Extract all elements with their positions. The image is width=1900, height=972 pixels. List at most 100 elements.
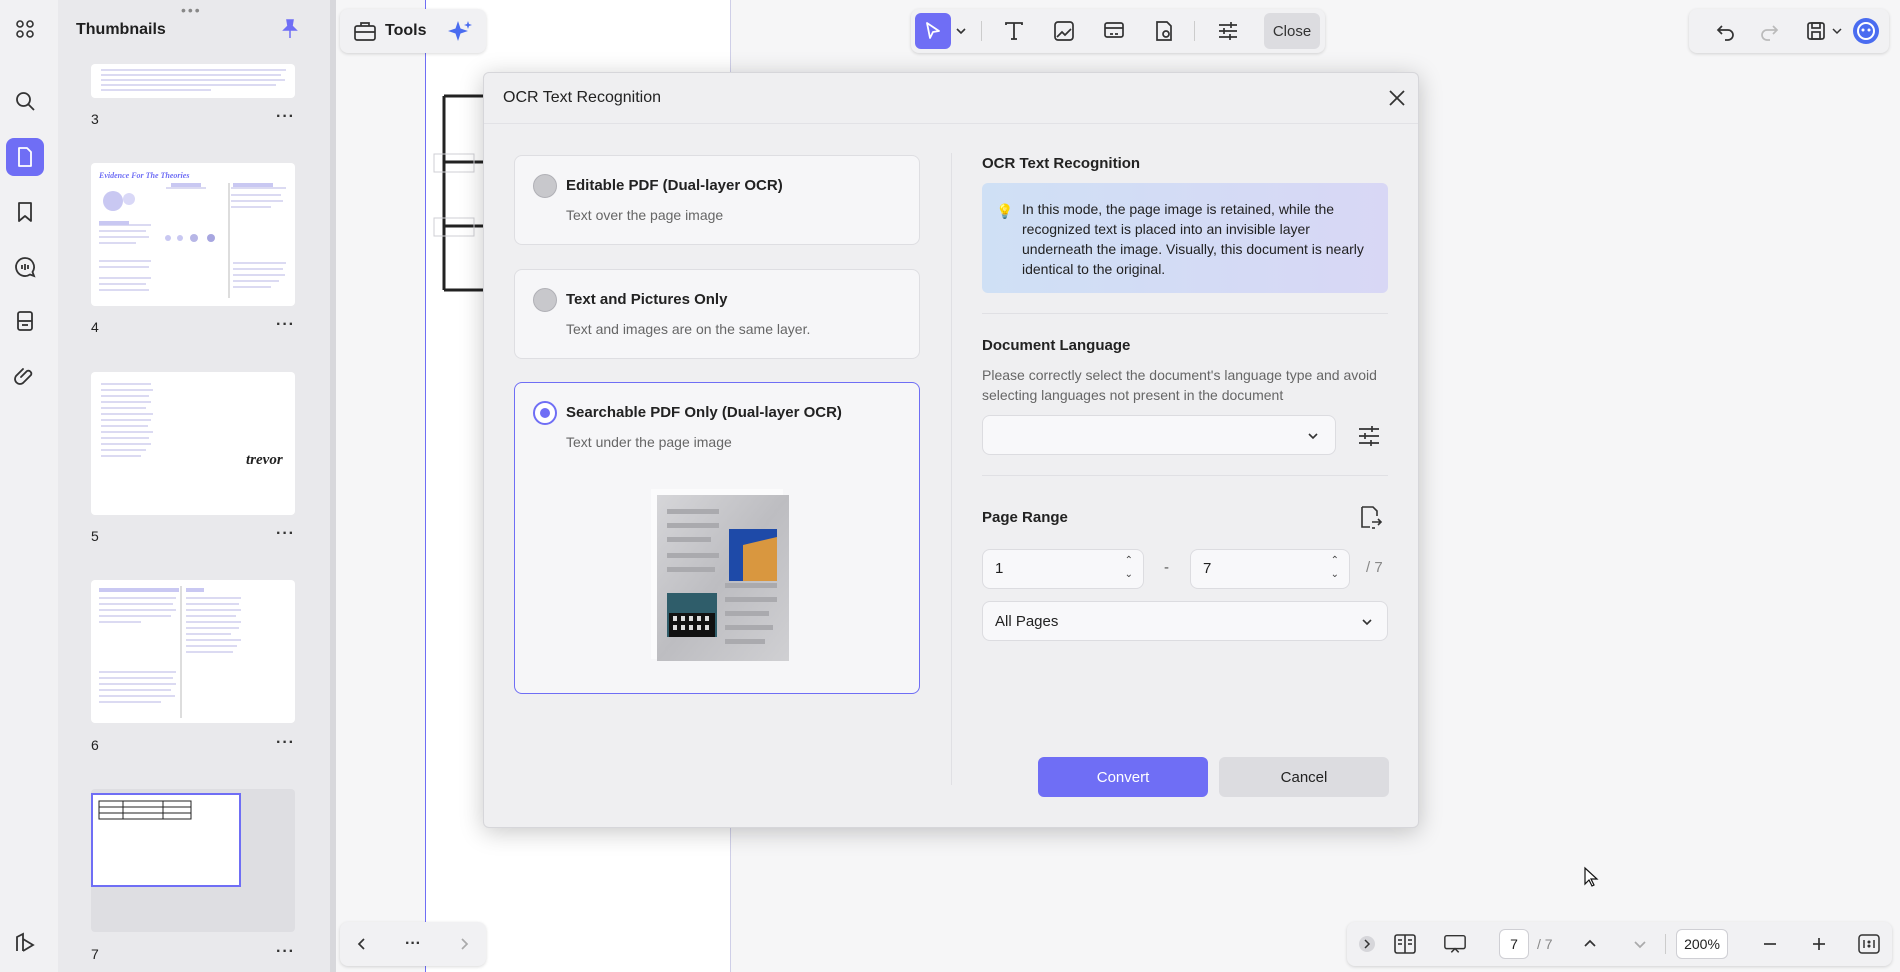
stepper-icon[interactable]: ⌃ ⌄ <box>1125 554 1133 582</box>
language-description: Please correctly select the document's l… <box>982 367 1377 403</box>
text-tool-button[interactable] <box>996 13 1032 49</box>
tools-toolbar: Tools <box>340 9 486 53</box>
more-icon[interactable]: ··· <box>276 525 295 543</box>
close-icon[interactable] <box>1386 87 1408 109</box>
radio-button-selected[interactable] <box>533 401 557 425</box>
search-icon[interactable] <box>6 82 44 120</box>
option-description: Text over the page image <box>566 207 724 223</box>
page-layout-icon[interactable] <box>1393 932 1417 956</box>
radio-button[interactable] <box>533 174 557 198</box>
option-title: Text and Pictures Only <box>566 291 728 308</box>
close-edit-button[interactable]: Close <box>1264 13 1320 49</box>
option-searchable-pdf[interactable]: Searchable PDF Only (Dual-layer OCR) Tex… <box>514 382 920 694</box>
save-icon[interactable] <box>1804 19 1828 43</box>
thumbnail-page-5[interactable]: trevor <box>91 372 295 515</box>
attachment-icon[interactable] <box>6 357 44 395</box>
chevron-down-icon <box>1308 433 1318 440</box>
view-toolbar: 7 / 7 200% <box>1347 922 1892 966</box>
range-total: / 7 <box>1366 559 1383 576</box>
undo-icon[interactable] <box>1713 19 1737 43</box>
link-icon <box>1104 22 1124 38</box>
more-icon[interactable]: ··· <box>401 932 425 956</box>
thumbnails-panel: ••• Thumbnails 3 ··· Evidence For The Th… <box>58 0 330 972</box>
actual-size-icon[interactable] <box>1857 932 1881 956</box>
signature-text: trevor <box>246 452 283 468</box>
toolbar-divider <box>981 21 982 41</box>
range-from-value: 1 <box>995 560 1004 577</box>
more-icon[interactable]: ··· <box>276 734 295 752</box>
lightbulb-icon: 💡 <box>996 203 1014 219</box>
link-tool-button[interactable] <box>1096 13 1132 49</box>
range-to-value: 7 <box>1203 560 1212 577</box>
option-title: Searchable PDF Only (Dual-layer OCR) <box>566 404 842 421</box>
page-range-value: All Pages <box>995 613 1059 630</box>
thumbnail-page-4[interactable]: Evidence For The Theories <box>91 163 295 306</box>
thumbnail-page-3[interactable] <box>91 64 295 98</box>
section-divider <box>982 475 1388 476</box>
current-page-input[interactable]: 7 <box>1499 929 1529 959</box>
mouse-cursor-icon <box>1584 866 1599 887</box>
page-range-select[interactable]: All Pages <box>982 601 1388 641</box>
comment-icon[interactable] <box>6 248 44 286</box>
stepper-icon[interactable]: ⌃ ⌄ <box>1331 554 1339 582</box>
dialog-column-divider <box>951 153 952 785</box>
range-to-input[interactable]: 7 ⌃ ⌄ <box>1190 549 1350 589</box>
image-icon <box>1054 21 1074 41</box>
language-settings-icon[interactable] <box>1356 423 1382 449</box>
zoom-in-icon[interactable] <box>1807 932 1831 956</box>
image-tool-button[interactable] <box>1046 13 1082 49</box>
select-tool-button[interactable] <box>915 13 951 49</box>
properties-button[interactable] <box>1210 13 1246 49</box>
chevron-down-icon[interactable] <box>1832 26 1842 36</box>
zoom-level[interactable]: 200% <box>1676 929 1728 959</box>
tools-label[interactable]: Tools <box>385 22 426 40</box>
present-icon[interactable] <box>1443 932 1467 956</box>
thumbnail-page-6[interactable] <box>91 580 295 723</box>
page-total: / 7 <box>1537 936 1553 952</box>
pin-icon[interactable] <box>278 17 302 41</box>
chevron-up-icon[interactable] <box>1578 932 1602 956</box>
language-section-title: Document Language <box>982 337 1131 354</box>
stamp-icon[interactable] <box>6 302 44 340</box>
chevron-right-icon[interactable] <box>452 932 476 956</box>
drag-handle-icon[interactable]: ••• <box>181 2 202 18</box>
chevron-down-icon[interactable] <box>955 26 967 36</box>
collapse-icon[interactable] <box>1355 932 1379 956</box>
dialog-header-divider <box>484 123 1418 124</box>
page-swap-icon[interactable] <box>1357 504 1383 530</box>
thumbnail-page-7[interactable] <box>91 793 241 887</box>
page-icon[interactable] <box>6 138 44 176</box>
cancel-button[interactable]: Cancel <box>1219 757 1389 797</box>
section-divider <box>982 313 1388 314</box>
assistant-icon[interactable] <box>1851 16 1881 46</box>
layers-icon[interactable] <box>6 924 44 962</box>
stamp-tool-button[interactable] <box>1146 13 1182 49</box>
thumbnail-number: 4 <box>91 319 99 335</box>
chevron-left-icon[interactable] <box>350 932 374 956</box>
more-icon[interactable]: ··· <box>276 108 295 126</box>
convert-button[interactable]: Convert <box>1038 757 1208 797</box>
thumbnail-number: 3 <box>91 111 99 127</box>
thumbnails-title: Thumbnails <box>76 21 166 38</box>
range-from-input[interactable]: 1 ⌃ ⌄ <box>982 549 1144 589</box>
location-icon <box>1156 21 1172 41</box>
thumbnail-number: 5 <box>91 528 99 544</box>
language-select[interactable] <box>982 415 1336 455</box>
toolbox-icon[interactable] <box>352 19 378 43</box>
more-icon[interactable]: ··· <box>276 316 295 334</box>
page-range-title: Page Range <box>982 509 1068 526</box>
thumbnail-page-7-container[interactable] <box>91 789 295 932</box>
radio-button[interactable] <box>533 288 557 312</box>
chevron-down-icon[interactable] <box>1628 932 1652 956</box>
bookmark-icon[interactable] <box>6 193 44 231</box>
option-editable-pdf[interactable]: Editable PDF (Dual-layer OCR) Text over … <box>514 155 920 245</box>
right-toolbar <box>1689 9 1889 53</box>
redo-icon[interactable] <box>1758 19 1782 43</box>
info-box: 💡 In this mode, the page image is retain… <box>982 183 1388 293</box>
grid-icon[interactable] <box>6 10 44 48</box>
ai-sparkle-icon[interactable] <box>446 19 474 45</box>
zoom-out-icon[interactable] <box>1758 932 1782 956</box>
thumbnail-number: 7 <box>91 946 99 962</box>
more-icon[interactable]: ··· <box>276 943 295 961</box>
option-text-and-pictures[interactable]: Text and Pictures Only Text and images a… <box>514 269 920 359</box>
